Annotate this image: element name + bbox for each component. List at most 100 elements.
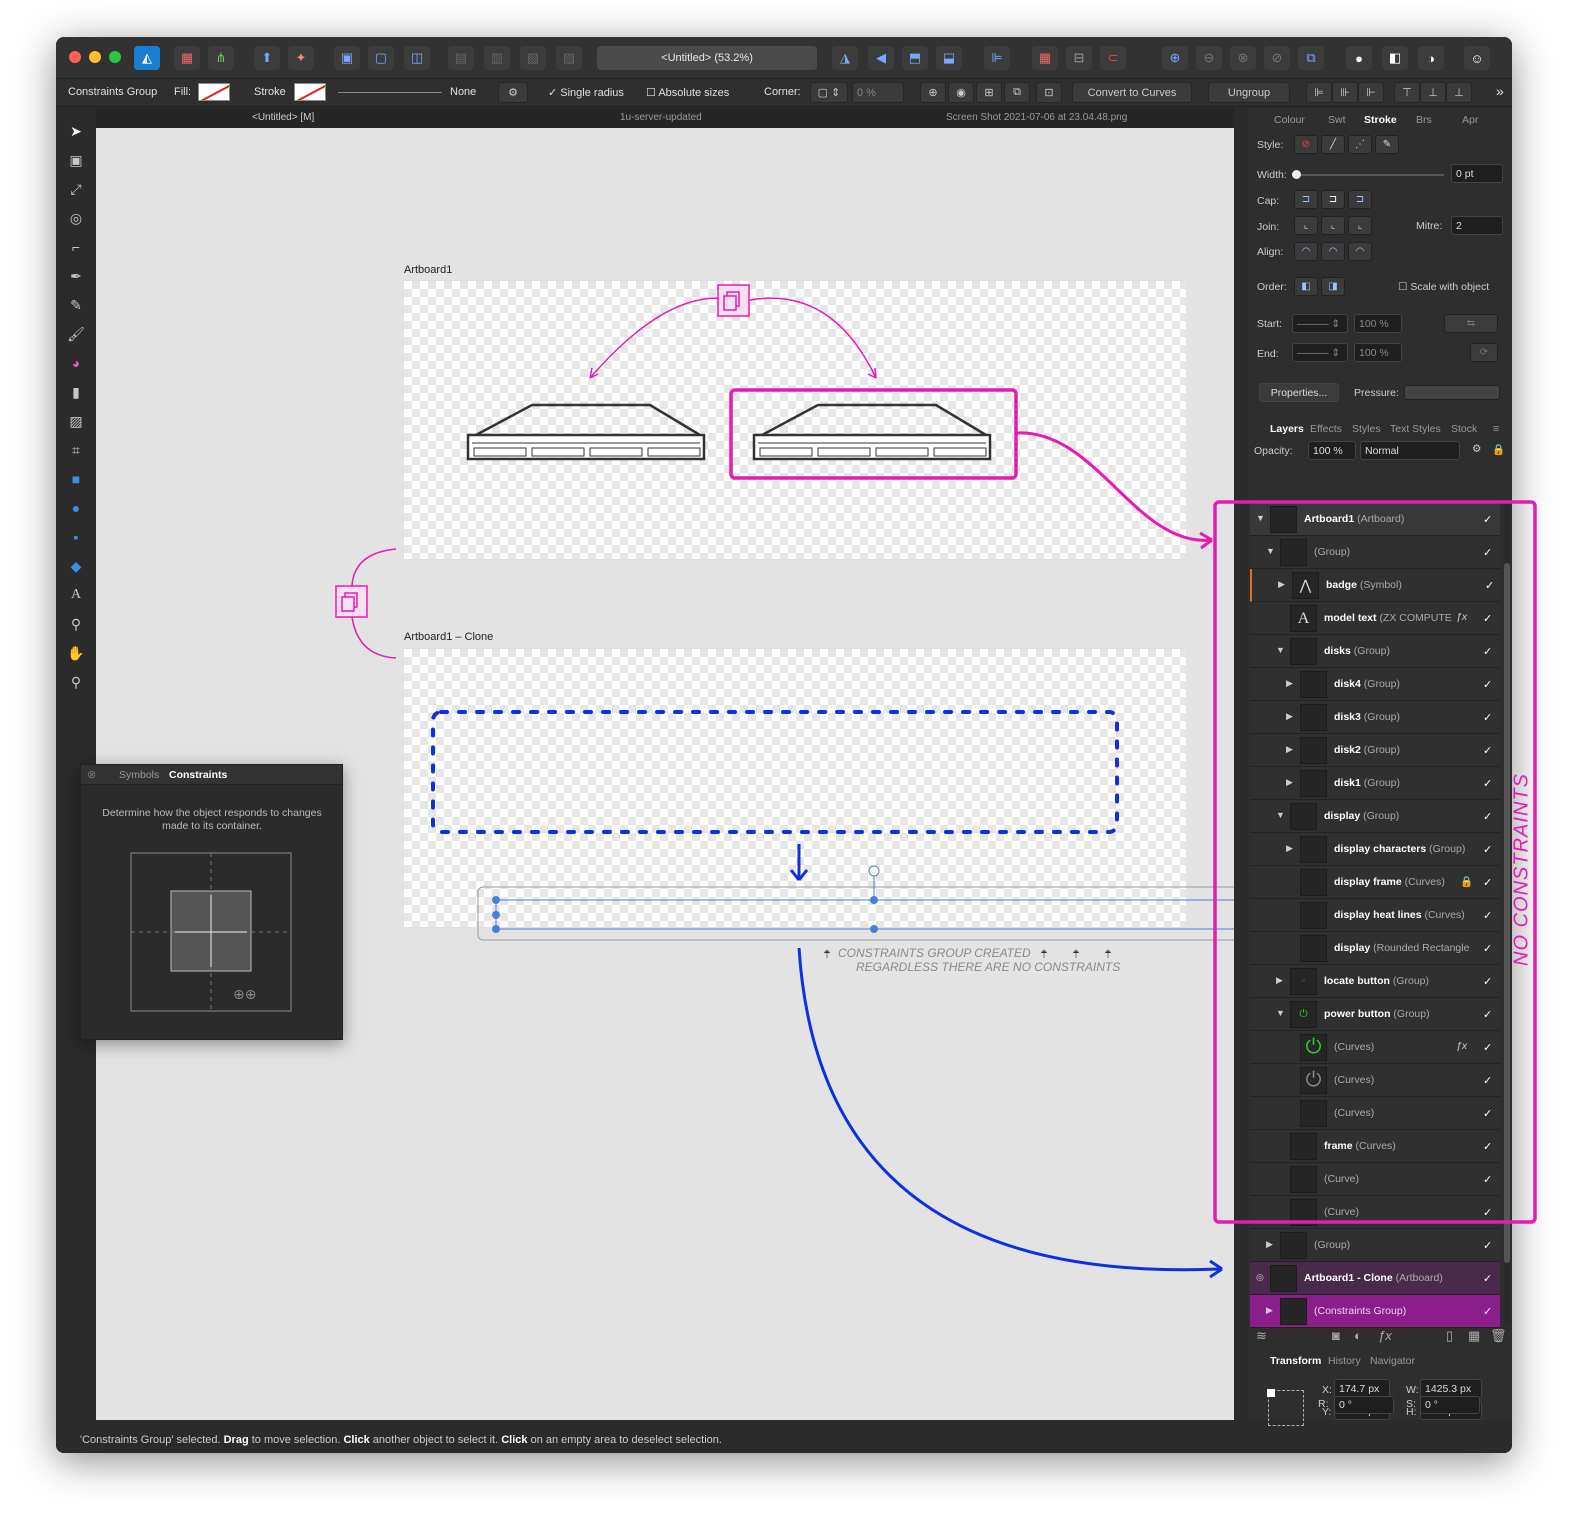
ellipse-tool-icon[interactable]: ● — [65, 497, 87, 519]
selection-box[interactable] — [477, 865, 1234, 941]
panel-menu-icon[interactable]: ≡ — [1493, 423, 1499, 435]
new-layer-icon[interactable]: ▯ — [1446, 1328, 1453, 1344]
blend-mode-dropdown[interactable]: Normal — [1360, 441, 1460, 460]
brush-tool-icon[interactable]: 🖌 — [65, 323, 87, 345]
layer-row[interactable]: (Curve) ✓ — [1250, 1163, 1500, 1196]
tab-brushes[interactable]: Brs — [1416, 114, 1432, 126]
pixel-persona-icon[interactable]: ▦ — [174, 46, 200, 70]
arrange-backward-icon[interactable]: ▥ — [484, 46, 510, 70]
transparency-tool-icon[interactable]: ▮ — [65, 381, 87, 403]
tab-colour[interactable]: Colour — [1274, 114, 1305, 126]
arrange-back-icon[interactable]: ▤ — [448, 46, 474, 70]
pencil-tool-icon[interactable]: ✎ — [65, 294, 87, 316]
align-bottom-icon[interactable]: ⊥ — [1446, 82, 1472, 103]
gear-icon[interactable]: ⚙ — [498, 82, 528, 103]
end-arrow-dropdown[interactable]: ——— ⇕ — [1292, 343, 1348, 362]
overflow-chevron-icon[interactable]: » — [1496, 83, 1504, 99]
layer-row[interactable]: ▼ disks (Group) ✓ — [1250, 635, 1500, 668]
width-slider-knob[interactable] — [1292, 170, 1301, 179]
tab-transform[interactable]: Transform — [1270, 1355, 1321, 1367]
layer-row[interactable]: ▶ disk4 (Group) ✓ — [1250, 668, 1500, 701]
place-image-tool-icon[interactable]: ▨ — [65, 410, 87, 432]
solid-line-icon[interactable]: ╱ — [1321, 135, 1345, 154]
shear-field[interactable]: 0 ° — [1420, 1396, 1480, 1414]
move-tool-icon[interactable]: ➤ — [65, 120, 87, 142]
properties-button[interactable]: Properties... — [1259, 383, 1339, 402]
layer-row[interactable]: (Curve) ✓ — [1250, 1196, 1500, 1229]
lock-icon[interactable]: 🔒 — [1460, 875, 1473, 888]
layer-row[interactable]: ▼ ⏻ power button (Group) ✓ — [1250, 998, 1500, 1031]
mask-icon[interactable]: ◙ — [1332, 1328, 1340, 1343]
stroke-front-icon[interactable]: ◨ — [1321, 277, 1345, 296]
tab-swatches[interactable]: Swt — [1328, 114, 1346, 126]
server-illustration-copy[interactable] — [752, 403, 992, 461]
layer-row[interactable]: ⏻ (Curves) ƒx ✓ — [1250, 1031, 1500, 1064]
color-picker-icon[interactable]: ◑ — [1418, 46, 1444, 70]
fx-icon[interactable]: ƒx — [1378, 1328, 1392, 1343]
arrow-position-icon[interactable]: ⟳ — [1470, 343, 1498, 362]
convert-to-curves-button[interactable]: Convert to Curves — [1072, 82, 1192, 103]
tab-screenshot[interactable]: Screen Shot 2021-07-06 at 23.04.48.png — [946, 112, 1127, 123]
rounded-rect-tool-icon[interactable]: ▪ — [65, 526, 87, 548]
insert-inside-icon[interactable]: ● — [1346, 46, 1372, 70]
align-center-icon[interactable]: ⊪ — [1332, 82, 1358, 103]
boolean-xor-icon[interactable]: ⊘ — [1264, 46, 1290, 70]
layers-stack-icon[interactable]: ≋ — [1256, 1328, 1267, 1344]
boolean-intersect-icon[interactable]: ⊗ — [1230, 46, 1256, 70]
arrange-front-icon[interactable]: ▨ — [556, 46, 582, 70]
round-cap-icon[interactable]: ⊐ — [1321, 190, 1345, 209]
square-cap-icon[interactable]: ⊐ — [1348, 190, 1372, 209]
lock-icon[interactable]: 🔒 — [1492, 443, 1505, 456]
butt-cap-icon[interactable]: ⊐ — [1294, 190, 1318, 209]
layer-row[interactable]: display heat lines (Curves) ✓ — [1250, 899, 1500, 932]
tab-history[interactable]: History — [1328, 1355, 1361, 1367]
tab-navigator[interactable]: Navigator — [1370, 1355, 1415, 1367]
layer-row[interactable]: ▶ disk1 (Group) ✓ — [1250, 767, 1500, 800]
layer-row[interactable]: ▼ (Group) ✓ — [1250, 536, 1500, 569]
export-persona-icon[interactable]: ⋔ — [208, 46, 234, 70]
corner-value-field[interactable]: 0 % — [852, 82, 904, 103]
width-field[interactable]: 0 pt — [1451, 164, 1503, 183]
layer-row[interactable]: ▶ (Group) ✓ — [1250, 1229, 1500, 1262]
transform-selection-icon[interactable]: ◫ — [404, 46, 430, 70]
target-icon[interactable]: ⊕ — [920, 82, 946, 103]
zoom-tool-icon[interactable]: ⚲ — [65, 671, 87, 693]
insert-behind-icon[interactable]: ◧ — [1382, 46, 1408, 70]
tab-appearance[interactable]: Apr — [1462, 114, 1478, 126]
miter-join-icon[interactable]: ⌞ — [1294, 216, 1318, 235]
fit-icon[interactable]: ⊞ — [976, 82, 1002, 103]
select-all-icon[interactable]: ▣ — [334, 46, 360, 70]
snapping-magnet-icon[interactable]: ⊂ — [1100, 46, 1126, 70]
align-left-icon[interactable]: ⊫ — [1306, 82, 1332, 103]
layer-row[interactable]: frame (Curves) ✓ — [1250, 1130, 1500, 1163]
dashed-line-icon[interactable]: ⋰ — [1348, 135, 1372, 154]
round-join-icon[interactable]: ⌞ — [1321, 216, 1345, 235]
resize-icon[interactable]: ⧉ — [1004, 82, 1030, 103]
minimize-window-button[interactable] — [89, 51, 101, 63]
snapping-icon[interactable]: ✦ — [288, 46, 314, 70]
layer-row[interactable]: display (Rounded Rectangle ✓ — [1250, 932, 1500, 965]
flip-vertical-icon[interactable]: ◀ — [868, 46, 894, 70]
tab-server[interactable]: 1u-server-updated — [620, 112, 702, 123]
stroke-swatch[interactable] — [294, 83, 326, 101]
guides-icon[interactable]: ⊟ — [1066, 46, 1092, 70]
swap-arrows-icon[interactable]: ⇆ — [1444, 314, 1498, 333]
gear-icon[interactable]: ⚙ — [1472, 443, 1481, 455]
boolean-add-icon[interactable]: ⊕ — [1162, 46, 1188, 70]
pen-tool-icon[interactable]: ✒ — [65, 265, 87, 287]
align-center-stroke-icon[interactable]: ◠ — [1294, 242, 1318, 261]
layer-row[interactable]: ▶ ⋀ badge (Symbol) ✓ — [1250, 569, 1500, 602]
stroke-behind-icon[interactable]: ◧ — [1294, 277, 1318, 296]
zoom-window-button[interactable] — [109, 51, 121, 63]
single-radius-checkbox[interactable]: ✓ Single radius — [548, 86, 624, 99]
hand-tool-icon[interactable]: ✋ — [65, 642, 87, 664]
fill-swatch[interactable] — [198, 83, 230, 101]
absolute-sizes-checkbox[interactable]: ☐ Absolute sizes — [646, 86, 729, 99]
layer-row[interactable]: ▶ disk3 (Group) ✓ — [1250, 701, 1500, 734]
boolean-subtract-icon[interactable]: ⊖ — [1196, 46, 1222, 70]
rotation-field[interactable]: 0 ° — [1334, 1396, 1394, 1414]
flip-horizontal-icon[interactable]: ◮ — [832, 46, 858, 70]
fill-tool-icon[interactable]: ◕ — [65, 352, 87, 374]
assistant-icon[interactable]: ⬆ — [254, 46, 280, 70]
adjustment-icon[interactable]: ◐ — [1354, 1328, 1362, 1343]
